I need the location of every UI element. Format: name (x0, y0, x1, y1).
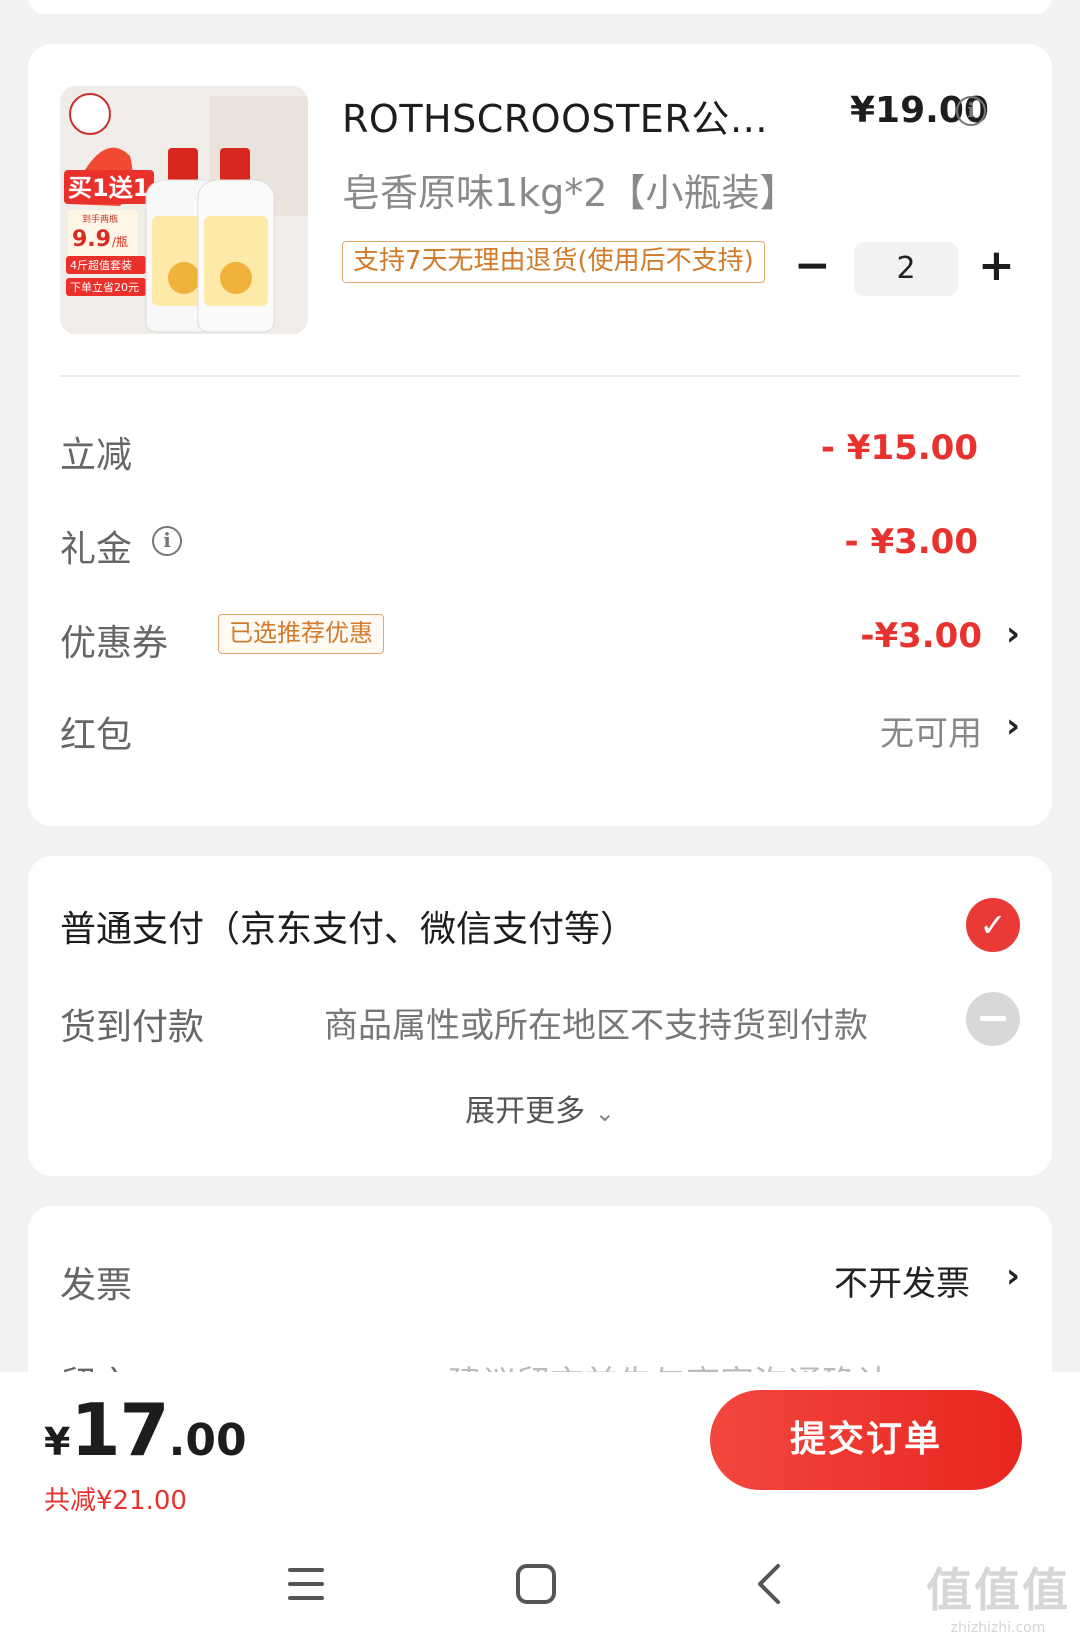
product-card: 买1送1 到手两瓶 9.9 /瓶 4斤超值套装 下单立省20元 ROTHSCRO… (28, 44, 1052, 826)
promo-price-text: 9.9 (72, 227, 111, 252)
watermark-url: zhizhizhi.com (950, 1620, 1046, 1636)
coupon-badge: 已选推荐优惠 (218, 614, 384, 654)
quantity-increase-button[interactable]: + (978, 244, 1015, 288)
system-nav-bar (0, 1554, 1080, 1614)
chevron-down-icon: ⌄ (594, 1099, 615, 1127)
chevron-right-icon: › (1005, 1256, 1020, 1296)
expand-more-label: 展开更多 (465, 1094, 586, 1129)
gift-money-label: 礼金 (60, 529, 133, 570)
invoice-value[interactable]: 不开发票 (834, 1256, 970, 1305)
promo-line1-text: 4斤超值套装 (70, 258, 132, 272)
chevron-right-icon: › (1005, 614, 1020, 654)
home-icon[interactable] (506, 1554, 566, 1614)
product-spec[interactable]: 皂香原味1kg*2【小瓶装】 (342, 162, 797, 217)
previous-card (28, 0, 1052, 14)
recent-apps-icon[interactable] (276, 1554, 336, 1614)
instant-discount-row: 立减 - ¥15.00 (60, 418, 1020, 478)
gift-info-icon[interactable]: i (152, 526, 182, 556)
expand-more-button[interactable]: 展开更多 ⌄ (28, 1086, 1052, 1130)
promo-unit-text: /瓶 (112, 235, 128, 249)
coupon-value: -¥3.00 (860, 616, 982, 656)
return-policy-tag: 支持7天无理由退货(使用后不支持) (342, 241, 765, 283)
instant-discount-value: - ¥15.00 (820, 428, 978, 468)
back-icon[interactable] (740, 1554, 800, 1614)
price-info-icon[interactable]: i (956, 96, 986, 126)
quantity-decrease-button[interactable]: − (794, 244, 831, 288)
total-decimal: .00 (168, 1415, 247, 1466)
product-image[interactable]: 买1送1 到手两瓶 9.9 /瓶 4斤超值套装 下单立省20元 (60, 86, 308, 334)
total-currency: ¥ (44, 1420, 71, 1464)
promo-sub-text: 到手两瓶 (82, 213, 118, 225)
submit-order-button[interactable]: 提交订单 (710, 1390, 1022, 1490)
watermark-logo: 值值值 zhizhizhi.com (926, 1554, 1070, 1636)
total-integer: 17 (70, 1388, 169, 1472)
coupon-row[interactable]: 优惠券 已选推荐优惠 -¥3.00 › (60, 606, 1020, 666)
gift-money-value: - ¥3.00 (844, 522, 979, 562)
cod-unavailable-note: 商品属性或所在地区不支持货到付款 (324, 1006, 868, 1046)
chevron-right-icon: › (1005, 706, 1020, 746)
disabled-minus-icon (966, 992, 1020, 1046)
instant-discount-label: 立减 (60, 435, 133, 476)
total-price: ¥17.00 (44, 1388, 247, 1472)
red-packet-row[interactable]: 红包 无可用 › (60, 698, 1020, 758)
total-saved: 共减¥21.00 (44, 1486, 187, 1516)
promo-line2-text: 下单立省20元 (70, 280, 139, 294)
order-page: 买1送1 到手两瓶 9.9 /瓶 4斤超值套装 下单立省20元 ROTHSCRO… (0, 0, 1080, 1642)
watermark-text: 值值值 (926, 1563, 1070, 1617)
red-packet-label: 红包 (60, 715, 133, 756)
check-icon[interactable]: ✓ (966, 898, 1020, 952)
gift-money-row: 礼金 i - ¥3.00 (60, 512, 1020, 572)
invoice-label: 发票 (60, 1265, 133, 1306)
quantity-input[interactable]: 2 (854, 242, 958, 296)
red-packet-value: 无可用 (880, 714, 982, 754)
product-title[interactable]: ROTHSCROOSTER公鸡… (342, 88, 802, 143)
checkout-bar: ¥17.00 共减¥21.00 提交订单 值值值 zhizhizhi.com (0, 1372, 1080, 1642)
payment-card: 普通支付（京东支付、微信支付等） ✓ 货到付款 商品属性或所在地区不支持货到付款… (28, 856, 1052, 1176)
cod-option-label: 货到付款 (60, 1007, 205, 1048)
promo-text: 买1送1 (68, 174, 149, 202)
divider (60, 375, 1020, 377)
coupon-label: 优惠券 (60, 623, 169, 664)
normal-payment-option[interactable]: 普通支付（京东支付、微信支付等） (60, 900, 636, 952)
